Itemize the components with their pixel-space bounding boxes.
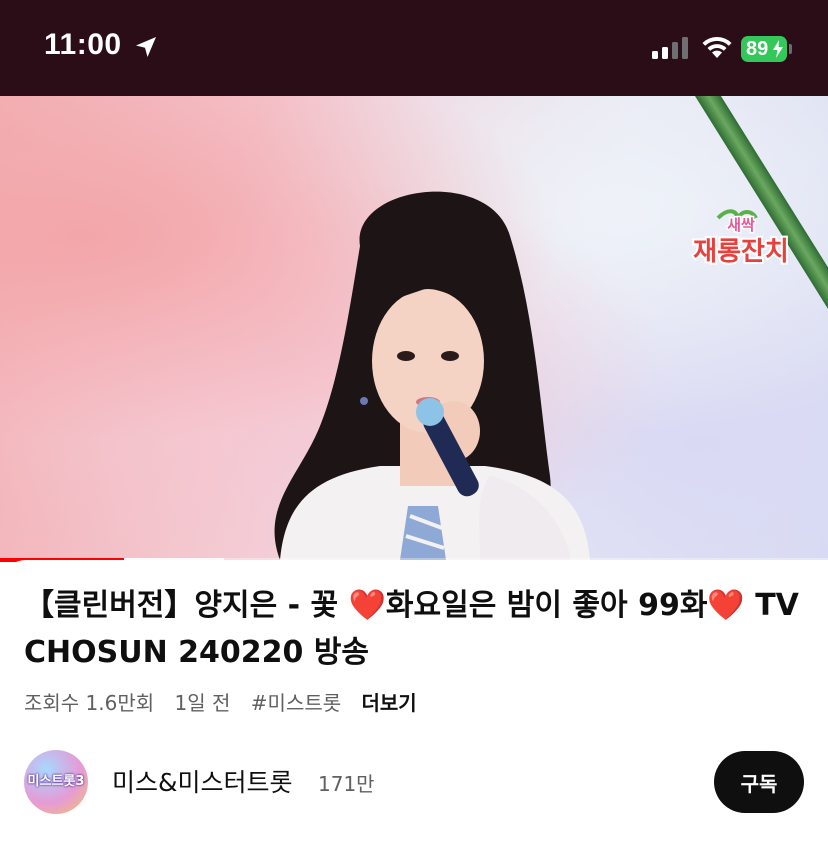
channel-avatar[interactable]: 미스트롯3 xyxy=(24,750,88,814)
svg-text:재롱잔치: 재롱잔치 xyxy=(693,237,789,267)
flower-stem-backdrop xyxy=(670,96,828,531)
charging-bolt-icon xyxy=(773,40,783,58)
battery-level: 89 xyxy=(746,37,769,60)
more-button[interactable]: 더보기 xyxy=(362,691,417,715)
video-meta[interactable]: 조회수 1.6만회 1일 전 #미스트롯 더보기 xyxy=(24,687,431,716)
cellular-signal-icon xyxy=(652,37,688,59)
wifi-icon xyxy=(702,36,732,58)
location-arrow-icon xyxy=(136,37,156,57)
battery-cap xyxy=(789,44,792,54)
upload-age: 1일 전 xyxy=(174,691,231,715)
view-count: 조회수 1.6만회 xyxy=(24,691,155,715)
avatar-logo-text: 미스트롯3 xyxy=(27,774,85,789)
svg-text:새싹: 새싹 xyxy=(727,216,755,234)
subscribe-button[interactable]: 구독 xyxy=(714,751,804,813)
battery-indicator: 89 xyxy=(741,36,787,62)
hashtag-link[interactable]: #미스트롯 xyxy=(251,691,341,715)
subscriber-count: 171만 xyxy=(318,772,375,796)
video-info-sheet: 【클린버전】양지은 - 꽃 ❤️화요일은 밤이 좋아 99화❤️ TV CHOS… xyxy=(0,560,828,845)
status-bar: 11:00 89 xyxy=(0,0,828,96)
channel-name[interactable]: 미스&미스터트롯 xyxy=(112,763,293,799)
singer-figure xyxy=(274,191,590,560)
show-logo: 새싹 재롱잔치 xyxy=(691,209,791,269)
video-title[interactable]: 【클린버전】양지은 - 꽃 ❤️화요일은 밤이 좋아 99화❤️ TV CHOS… xyxy=(24,582,814,676)
video-player[interactable]: 새싹 재롱잔치 xyxy=(0,96,828,560)
status-time: 11:00 xyxy=(44,28,122,61)
